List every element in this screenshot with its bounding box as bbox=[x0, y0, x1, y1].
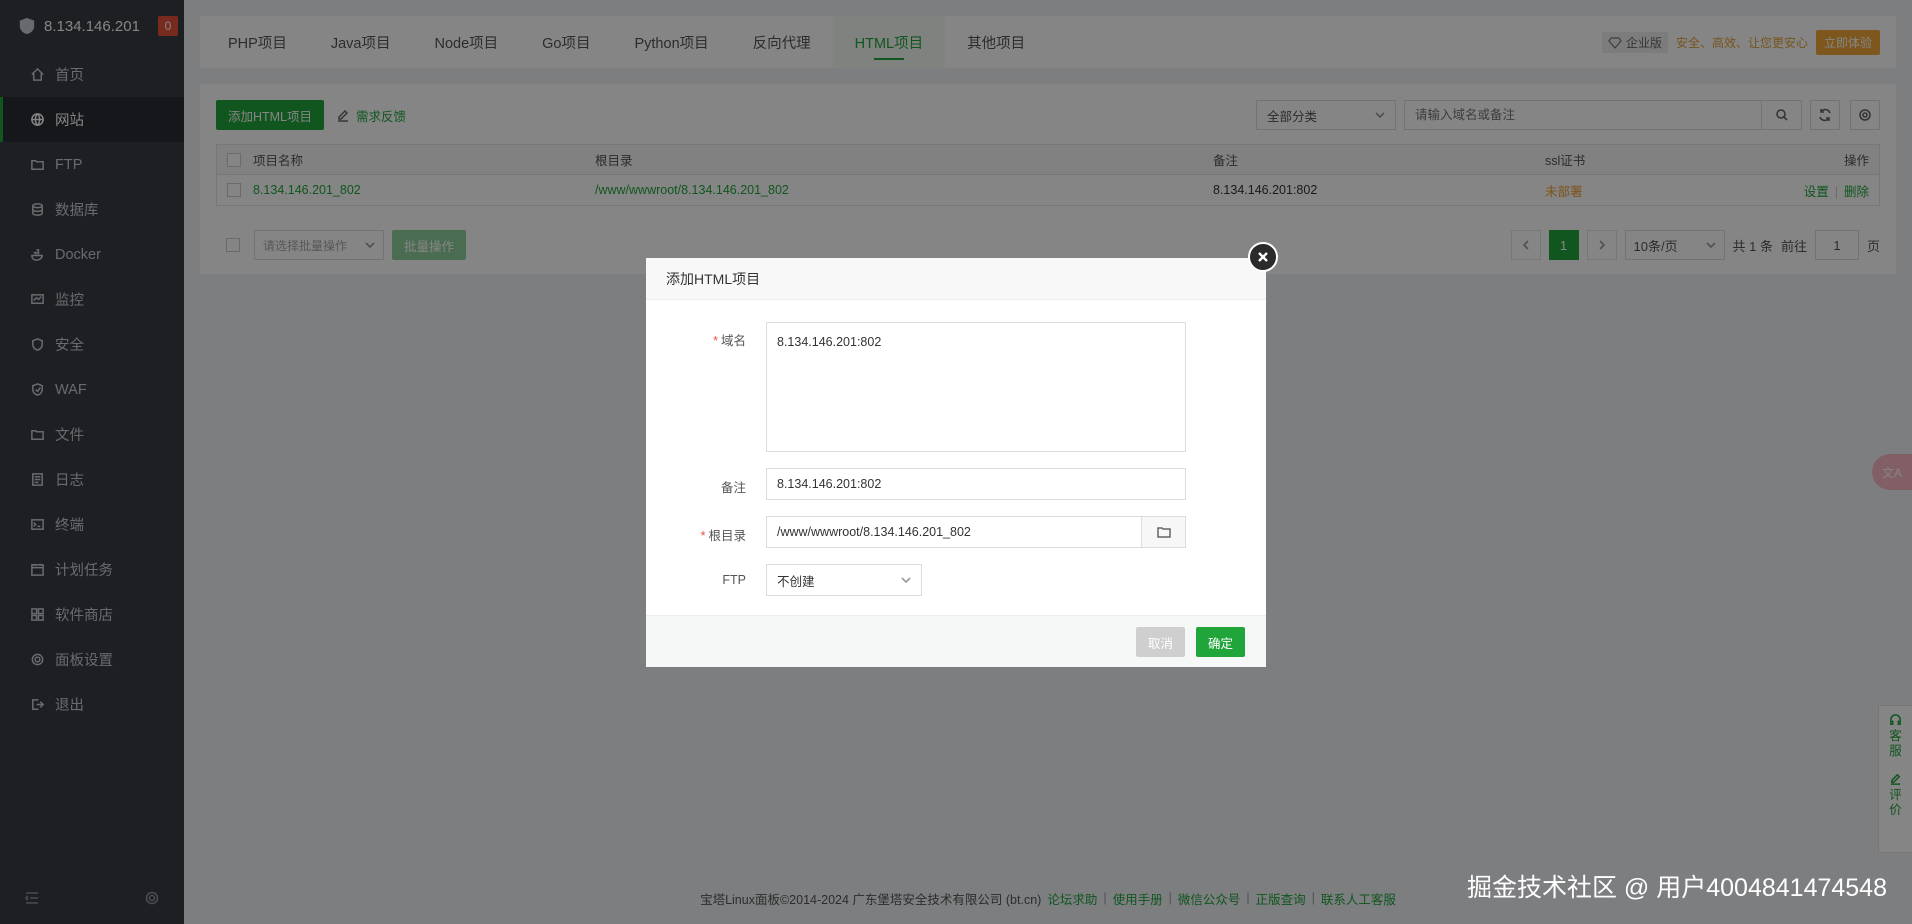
chevron-down-icon bbox=[901, 577, 911, 584]
root-dir-label: * 根目录 bbox=[700, 529, 746, 543]
domain-row: * 域名 bbox=[646, 330, 746, 349]
confirm-button[interactable]: 确定 bbox=[1196, 627, 1246, 657]
remark-input[interactable]: 8.134.146.201:802 bbox=[766, 468, 1186, 500]
root-dir-input[interactable]: /www/wwwroot/8.134.146.201_802 bbox=[766, 516, 1186, 548]
ftp-select[interactable]: 不创建 bbox=[766, 564, 922, 596]
ftp-row: FTP bbox=[646, 573, 746, 587]
ftp-select-value: 不创建 bbox=[777, 574, 815, 589]
close-icon bbox=[1258, 252, 1268, 262]
ftp-label: FTP bbox=[722, 573, 746, 587]
cancel-button[interactable]: 取消 bbox=[1136, 627, 1186, 657]
root-dir-value: /www/wwwroot/8.134.146.201_802 bbox=[777, 525, 971, 539]
dialog-title: 添加HTML项目 bbox=[646, 258, 1266, 300]
domain-textarea[interactable]: 8.134.146.201:802 bbox=[766, 322, 1186, 452]
browse-folder-button[interactable] bbox=[1141, 517, 1185, 547]
remark-label: 备注 bbox=[720, 481, 746, 495]
add-html-project-dialog: 添加HTML项目 * 域名 8.134.146.201:802 备注 8.134.… bbox=[646, 242, 1278, 667]
close-dialog-button[interactable] bbox=[1248, 242, 1278, 272]
dialog-footer: 取消 确定 bbox=[646, 615, 1266, 667]
folder-icon bbox=[1156, 527, 1171, 538]
domain-label: * 域名 bbox=[713, 334, 746, 348]
remark-row: 备注 bbox=[646, 477, 746, 496]
watermark-text: 掘金技术社区 @ 用户4004841474548 bbox=[1466, 874, 1887, 902]
root-dir-row: * 根目录 bbox=[646, 525, 746, 544]
